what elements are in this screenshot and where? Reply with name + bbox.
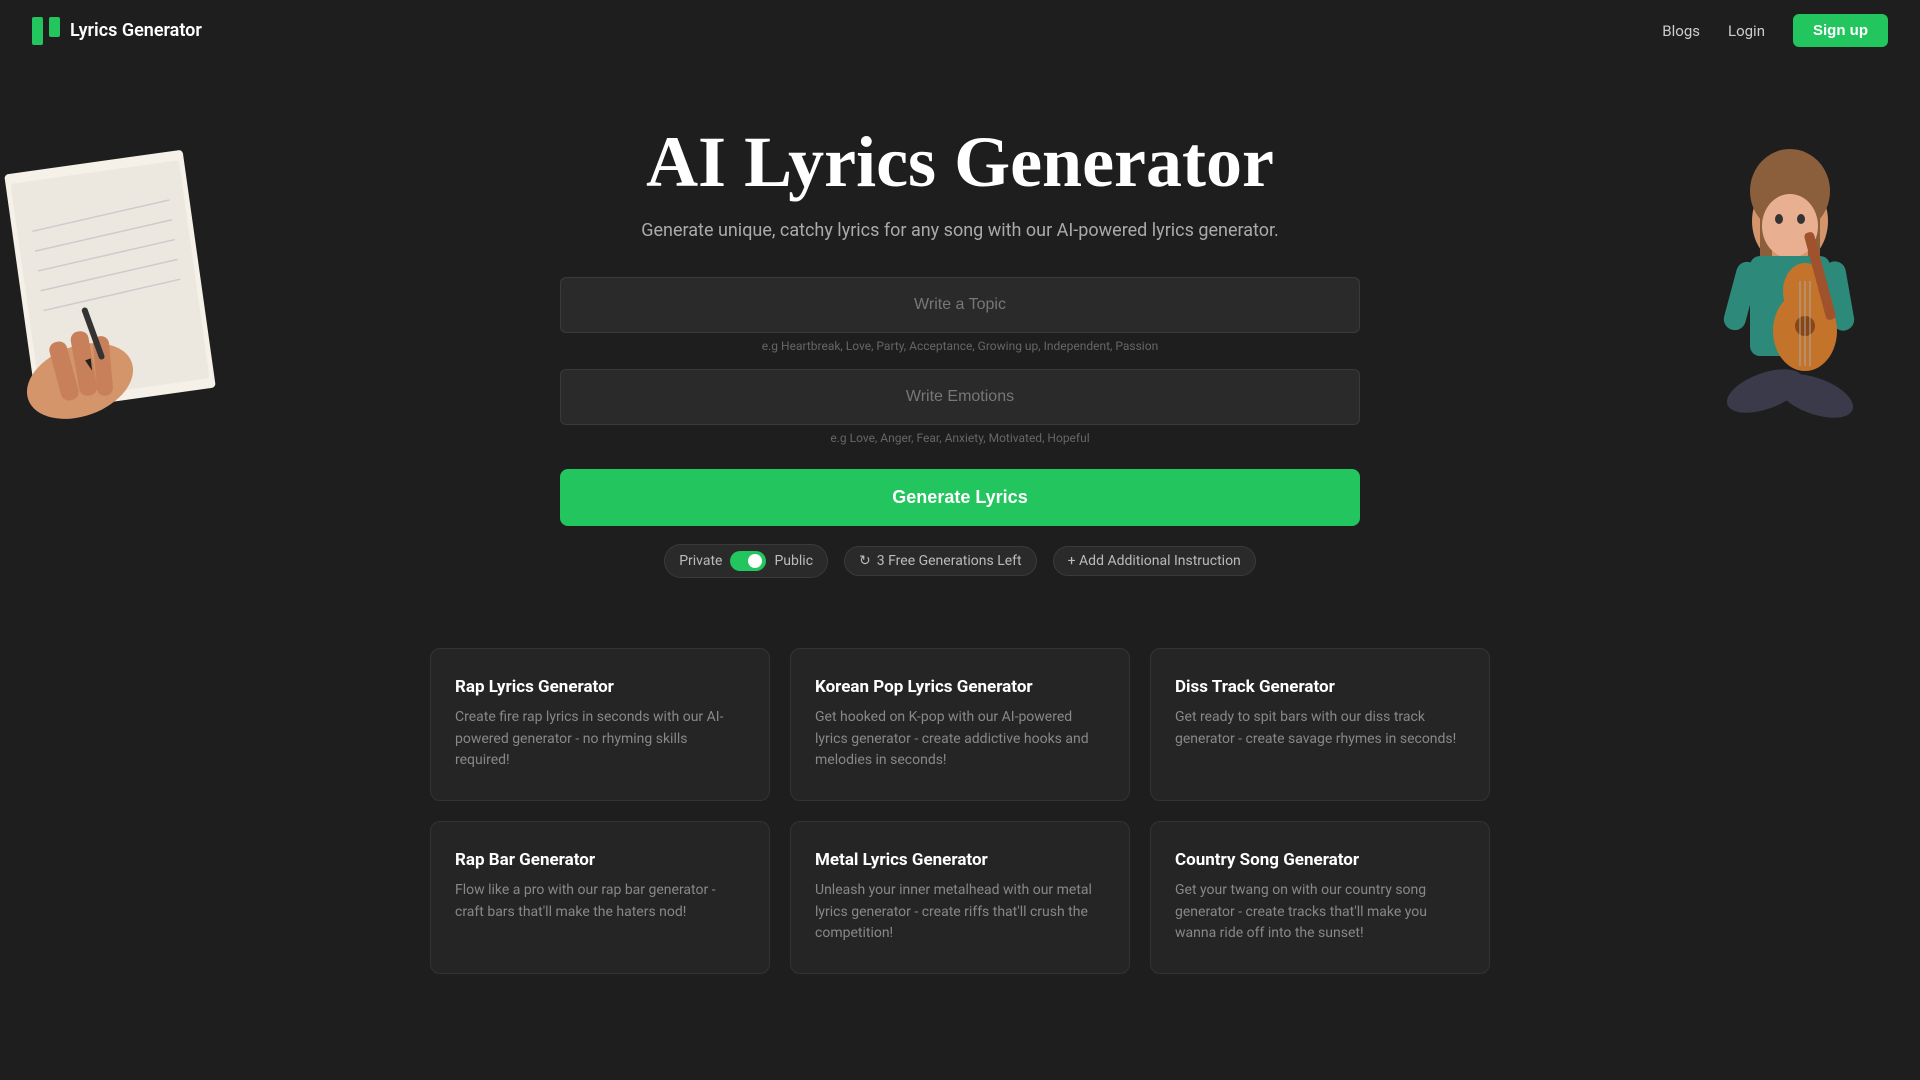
topic-input[interactable] <box>560 277 1360 333</box>
card-title: Rap Bar Generator <box>455 850 745 870</box>
navbar: Lyrics Generator Blogs Login Sign up <box>0 0 1920 61</box>
emotions-hint: e.g Love, Anger, Fear, Anxiety, Motivate… <box>560 431 1360 445</box>
emotions-input-group: e.g Love, Anger, Fear, Anxiety, Motivate… <box>560 369 1360 457</box>
hero-title: AI Lyrics Generator <box>20 121 1900 204</box>
card-item[interactable]: Rap Bar Generator Flow like a pro with o… <box>430 821 770 974</box>
card-title: Diss Track Generator <box>1175 677 1465 697</box>
public-label: Public <box>774 553 813 569</box>
toggle-slider <box>730 551 766 571</box>
card-title: Metal Lyrics Generator <box>815 850 1105 870</box>
free-gen-label: 3 Free Generations Left <box>877 553 1022 569</box>
card-item[interactable]: Diss Track Generator Get ready to spit b… <box>1150 648 1490 801</box>
login-link[interactable]: Login <box>1728 22 1765 40</box>
nav-links: Blogs Login Sign up <box>1662 14 1888 47</box>
hero-section: AI Lyrics Generator Generate unique, cat… <box>0 61 1920 598</box>
private-label: Private <box>679 553 722 569</box>
toggle-switch[interactable] <box>730 551 766 571</box>
cards-grid: Rap Lyrics Generator Create fire rap lyr… <box>430 648 1490 974</box>
controls-row: Private Public ↻ 3 Free Generations Left… <box>560 544 1360 578</box>
card-title: Rap Lyrics Generator <box>455 677 745 697</box>
card-item[interactable]: Metal Lyrics Generator Unleash your inne… <box>790 821 1130 974</box>
card-title: Country Song Generator <box>1175 850 1465 870</box>
form-container: e.g Heartbreak, Love, Party, Acceptance,… <box>560 277 1360 578</box>
card-desc: Get ready to spit bars with our diss tra… <box>1175 707 1465 750</box>
card-title: Korean Pop Lyrics Generator <box>815 677 1105 697</box>
card-item[interactable]: Country Song Generator Get your twang on… <box>1150 821 1490 974</box>
privacy-toggle[interactable]: Private Public <box>664 544 828 578</box>
recycle-icon: ↻ <box>859 553 871 569</box>
card-desc: Get your twang on with our country song … <box>1175 880 1465 945</box>
free-generations-badge[interactable]: ↻ 3 Free Generations Left <box>844 546 1037 576</box>
card-desc: Create fire rap lyrics in seconds with o… <box>455 707 745 772</box>
cards-section: Rap Lyrics Generator Create fire rap lyr… <box>410 648 1510 974</box>
card-desc: Get hooked on K-pop with our AI-powered … <box>815 707 1105 772</box>
logo-icon <box>32 17 60 45</box>
topic-hint: e.g Heartbreak, Love, Party, Acceptance,… <box>560 339 1360 353</box>
signup-button[interactable]: Sign up <box>1793 14 1888 47</box>
generate-lyrics-button[interactable]: Generate Lyrics <box>560 469 1360 526</box>
card-desc: Unleash your inner metalhead with our me… <box>815 880 1105 945</box>
topic-input-group: e.g Heartbreak, Love, Party, Acceptance,… <box>560 277 1360 365</box>
hero-subtitle: Generate unique, catchy lyrics for any s… <box>20 220 1900 241</box>
card-item[interactable]: Rap Lyrics Generator Create fire rap lyr… <box>430 648 770 801</box>
card-desc: Flow like a pro with our rap bar generat… <box>455 880 745 923</box>
logo-text: Lyrics Generator <box>70 20 202 41</box>
emotions-input[interactable] <box>560 369 1360 425</box>
add-instruction-button[interactable]: + Add Additional Instruction <box>1053 546 1256 576</box>
add-instruction-label: + Add Additional Instruction <box>1068 553 1241 569</box>
logo[interactable]: Lyrics Generator <box>32 17 202 45</box>
blogs-link[interactable]: Blogs <box>1662 22 1700 40</box>
card-item[interactable]: Korean Pop Lyrics Generator Get hooked o… <box>790 648 1130 801</box>
